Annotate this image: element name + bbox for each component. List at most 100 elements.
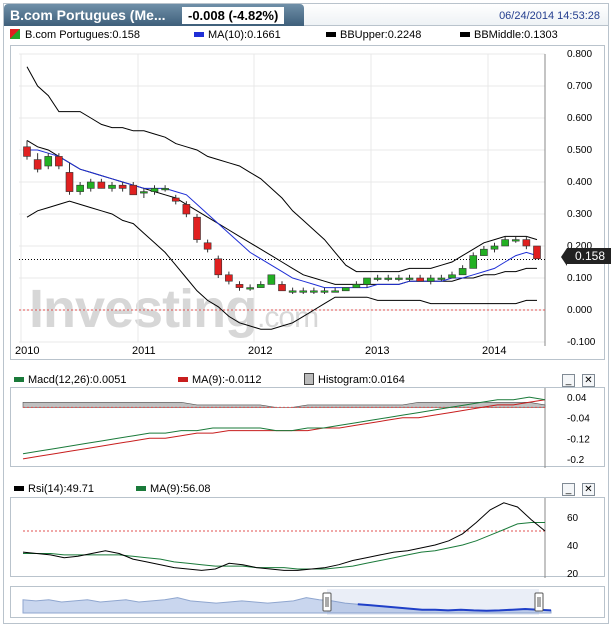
rsi-ma-line	[23, 522, 545, 570]
x-tick-label: 2012	[248, 345, 272, 357]
candle	[320, 290, 329, 293]
candle	[65, 172, 74, 192]
y-tick-label: 0.400	[567, 177, 592, 188]
navigator-selection	[327, 589, 539, 615]
macd-minimize-button[interactable]: _	[562, 374, 575, 387]
candle	[299, 290, 308, 293]
candle	[341, 287, 350, 292]
signal-line	[22, 399, 546, 460]
instrument-title: B.com Portugues (Me...	[10, 7, 166, 23]
candle	[33, 159, 42, 170]
candle	[150, 188, 159, 192]
candle	[118, 184, 127, 189]
candle	[140, 191, 148, 194]
macd-swatch-icon	[14, 376, 24, 382]
rsi-close-button[interactable]: ✕	[582, 483, 595, 496]
ma-swatch-icon	[194, 31, 204, 37]
candle	[373, 277, 382, 280]
y-tick-label: 0.600	[567, 113, 592, 124]
candle	[310, 290, 318, 293]
bb-upper-line	[26, 66, 538, 273]
candle	[225, 274, 233, 282]
legend-bb-upper: BBUpper:0.2248	[326, 29, 421, 41]
y-tick-label: 0.500	[567, 145, 592, 156]
macd-close-button[interactable]: ✕	[582, 374, 595, 387]
rsi-minimize-button[interactable]: _	[562, 483, 575, 496]
bb-middle-swatch-icon	[460, 31, 470, 37]
candle	[288, 290, 297, 293]
candle	[182, 204, 191, 215]
signal-swatch-icon	[178, 376, 188, 382]
y-tick-label: 0.700	[567, 81, 592, 92]
rsi-chart[interactable]: 60 40 20	[11, 498, 606, 578]
candle	[23, 146, 31, 157]
title-bar: B.com Portugues (Me... -0.008 (-4.82%) 0…	[4, 4, 608, 26]
bb-middle-line	[26, 139, 537, 285]
candle	[278, 284, 286, 292]
y-tick-label: 20	[567, 569, 579, 578]
candle	[44, 156, 53, 167]
navigator-left-handle[interactable]	[322, 592, 332, 612]
x-tick-label: 2013	[365, 345, 389, 357]
candle	[522, 239, 531, 247]
candle	[511, 239, 520, 242]
y-tick-label: 0.800	[567, 49, 592, 60]
candle	[426, 277, 435, 282]
y-tick-label: 0.300	[567, 209, 592, 220]
legend-bb-middle: BBMiddle:0.1303	[460, 29, 558, 41]
candle	[161, 188, 169, 191]
candle	[214, 258, 223, 276]
ma-line	[27, 149, 538, 289]
rsi-line	[22, 502, 546, 571]
bb-upper-swatch-icon	[326, 31, 336, 37]
candle	[97, 181, 106, 189]
candle	[235, 284, 244, 288]
candle	[395, 277, 403, 280]
candle	[108, 184, 116, 189]
candle	[129, 184, 138, 196]
rsi-ma-swatch-icon	[136, 485, 146, 491]
legend-symbol: B.com Portugues:0.158	[10, 29, 140, 41]
candle	[363, 277, 371, 285]
price-chart[interactable]: 0.8000.7000.6000.5000.4000.3000.2000.100…	[11, 46, 606, 361]
y-tick-label: 0.000	[567, 305, 592, 316]
x-tick-label: 2011	[132, 345, 156, 357]
title-tab[interactable]: B.com Portugues (Me... -0.008 (-4.82%)	[4, 4, 304, 26]
candle	[171, 197, 180, 202]
candle	[437, 277, 446, 280]
y-tick-label: -0.04	[567, 414, 590, 425]
candle	[458, 268, 467, 276]
candle	[490, 245, 499, 250]
candle	[193, 216, 201, 240]
y-tick-label: -0.12	[567, 434, 590, 445]
y-tick-label: 0.100	[567, 273, 592, 284]
navigator-panel	[10, 586, 605, 618]
candle	[352, 284, 361, 288]
macd-panel: 0.04 -0.04 -0.12 -0.2	[10, 387, 606, 468]
y-tick-label: -0.100	[567, 337, 596, 348]
legend-rsi-ma: MA(9):56.08	[136, 483, 211, 495]
handle-grip-icon	[534, 592, 544, 612]
candle	[86, 181, 95, 189]
y-tick-label: 40	[567, 541, 579, 552]
last-price-tag: 0.158	[560, 248, 612, 266]
navigator-chart[interactable]	[11, 587, 606, 619]
legend-macd: Macd(12,26):0.0051	[14, 374, 126, 386]
y-tick-label: -0.2	[567, 455, 585, 466]
candle	[405, 277, 414, 280]
legend-macd-ma: MA(9):-0.0112	[178, 374, 262, 386]
price-panel: Investing.com 0.800 0.700 0.600 0.500 0.400 0…	[10, 45, 612, 361]
y-tick-label: 0.04	[567, 393, 587, 404]
candle	[246, 287, 254, 290]
legend-ma: MA(10):0.1661	[194, 29, 281, 41]
macd-chart[interactable]: 0.04 -0.04 -0.12 -0.2	[11, 388, 606, 468]
handle-grip-icon	[322, 592, 332, 612]
main-legend: B.com Portugues:0.158 MA(10):0.1661 BBUp…	[10, 29, 605, 45]
candle	[256, 284, 265, 288]
candle	[469, 255, 478, 269]
navigator-right-handle[interactable]	[534, 592, 544, 612]
candle	[480, 248, 488, 256]
x-tick-label: 2014	[482, 345, 506, 357]
histogram-swatch-icon	[304, 373, 314, 386]
y-tick-label: 60	[567, 513, 579, 524]
